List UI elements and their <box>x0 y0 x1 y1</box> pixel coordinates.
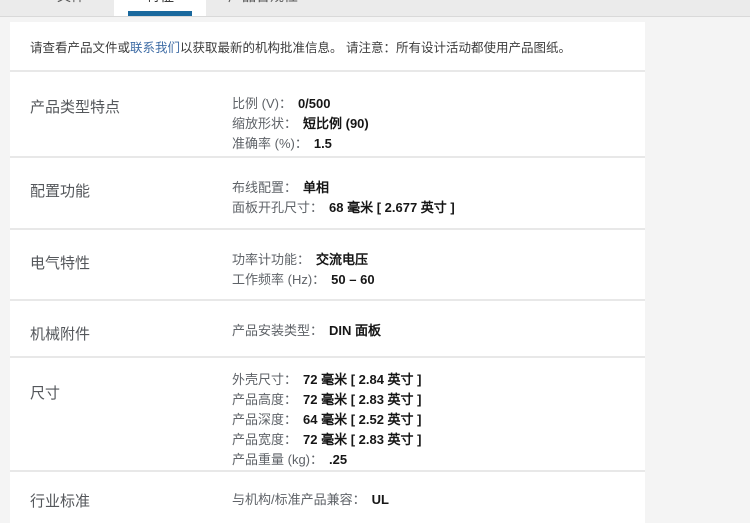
spec-row: 产品高度： 72 毫米 [ 2.83 英寸 ] <box>232 390 645 410</box>
page: 文件 特征 产品合规性 请查看产品文件或联系我们以获取最新的机构批准信息。 请注… <box>0 0 750 523</box>
spec-label: 外壳尺寸： <box>232 372 297 387</box>
section-title: 配置功能 <box>30 178 232 228</box>
spec-row: 功率计功能： 交流电压 <box>232 250 645 270</box>
spec-row: 外壳尺寸： 72 毫米 [ 2.84 英寸 ] <box>232 370 645 390</box>
spec-value: 68 毫米 [ 2.677 英寸 ] <box>329 200 455 215</box>
spec-label: 产品安装类型： <box>232 323 323 338</box>
spec-label: 布线配置： <box>232 180 297 195</box>
section-rows: 与机构/标准产品兼容： UL <box>232 490 645 523</box>
spec-row: 缩放形状： 短比例 (90) <box>232 114 645 134</box>
section-rows: 产品安装类型： DIN 面板 <box>232 321 645 356</box>
spec-label: 产品重量 (kg)： <box>232 452 323 467</box>
spec-value: 72 毫米 [ 2.83 英寸 ] <box>303 392 421 407</box>
spec-row: 产品安装类型： DIN 面板 <box>232 321 645 341</box>
tab-bar: 文件 特征 产品合规性 <box>0 0 750 17</box>
spec-value: UL <box>372 492 389 507</box>
spec-row: 与机构/标准产品兼容： UL <box>232 490 645 510</box>
notice-text-before: 请查看产品文件或 <box>30 41 130 55</box>
spec-label: 功率计功能： <box>232 252 310 267</box>
section-title: 电气特性 <box>30 250 232 299</box>
spec-label: 准确率 (%)： <box>232 136 308 151</box>
spec-value: 短比例 (90) <box>303 116 369 131</box>
spec-label: 产品宽度： <box>232 432 297 447</box>
contact-us-link[interactable]: 联系我们 <box>130 41 180 55</box>
section-rows: 布线配置： 单相 面板开孔尺寸： 68 毫米 [ 2.677 英寸 ] <box>232 178 645 228</box>
spec-row: 面板开孔尺寸： 68 毫米 [ 2.677 英寸 ] <box>232 198 645 218</box>
section-rows: 比例 (V)： 0/500 缩放形状： 短比例 (90) 准确率 (%)： 1.5 <box>232 94 645 156</box>
notice-text-after: 以获取最新的机构批准信息。 请注意：所有设计活动都使用产品图纸。 <box>180 41 571 55</box>
spec-value: 1.5 <box>314 136 332 151</box>
spec-section-industry-standards: 行业标准 与机构/标准产品兼容： UL <box>10 470 645 523</box>
active-tab-underline <box>128 11 192 16</box>
spec-label: 面板开孔尺寸： <box>232 200 323 215</box>
spec-value: 50 – 60 <box>331 272 374 287</box>
section-title: 产品类型特点 <box>30 94 232 156</box>
spec-label: 产品高度： <box>232 392 297 407</box>
spec-label: 与机构/标准产品兼容： <box>232 492 366 507</box>
spec-section-product-type: 产品类型特点 比例 (V)： 0/500 缩放形状： 短比例 (90) 准确率 (%… <box>10 70 645 156</box>
spec-value: 单相 <box>303 180 329 195</box>
spec-value: 72 毫米 [ 2.84 英寸 ] <box>303 372 421 387</box>
spec-label: 比例 (V)： <box>232 96 292 111</box>
section-title: 行业标准 <box>30 490 232 523</box>
notice-bar: 请查看产品文件或联系我们以获取最新的机构批准信息。 请注意：所有设计活动都使用产… <box>10 22 645 70</box>
content-panel: 请查看产品文件或联系我们以获取最新的机构批准信息。 请注意：所有设计活动都使用产… <box>10 22 645 523</box>
spec-section-mechanical: 机械附件 产品安装类型： DIN 面板 <box>10 299 645 356</box>
spec-row: 工作频率 (Hz)： 50 – 60 <box>232 270 645 290</box>
spec-value: 72 毫米 [ 2.83 英寸 ] <box>303 432 421 447</box>
spec-row: 产品重量 (kg)： .25 <box>232 450 645 470</box>
spec-value: 0/500 <box>298 96 331 111</box>
spec-row: 产品宽度： 72 毫米 [ 2.83 英寸 ] <box>232 430 645 450</box>
tab-product-compliance[interactable]: 产品合规性 <box>206 0 320 16</box>
spec-row: 准确率 (%)： 1.5 <box>232 134 645 154</box>
spec-row: 比例 (V)： 0/500 <box>232 94 645 114</box>
tab-files[interactable]: 文件 <box>28 0 114 16</box>
tab-features-label: 特征 <box>146 0 174 6</box>
section-rows: 外壳尺寸： 72 毫米 [ 2.84 英寸 ] 产品高度： 72 毫米 [ 2.83… <box>232 370 645 470</box>
section-title: 机械附件 <box>30 321 232 356</box>
tab-files-label: 文件 <box>57 0 85 6</box>
spec-value: 64 毫米 [ 2.52 英寸 ] <box>303 412 421 427</box>
section-rows: 功率计功能： 交流电压 工作频率 (Hz)： 50 – 60 <box>232 250 645 299</box>
spec-section-configuration: 配置功能 布线配置： 单相 面板开孔尺寸： 68 毫米 [ 2.677 英寸 ] <box>10 156 645 228</box>
tab-features[interactable]: 特征 <box>114 0 206 16</box>
spec-section-dimensions: 尺寸 外壳尺寸： 72 毫米 [ 2.84 英寸 ] 产品高度： 72 毫米 [ 2… <box>10 356 645 470</box>
section-title: 尺寸 <box>30 370 232 470</box>
tab-product-compliance-label: 产品合规性 <box>228 0 298 6</box>
spec-value: .25 <box>329 452 347 467</box>
spec-value: DIN 面板 <box>329 323 381 338</box>
spec-label: 产品深度： <box>232 412 297 427</box>
spec-section-electrical: 电气特性 功率计功能： 交流电压 工作频率 (Hz)： 50 – 60 <box>10 228 645 299</box>
spec-row: 产品深度： 64 毫米 [ 2.52 英寸 ] <box>232 410 645 430</box>
spec-label: 缩放形状： <box>232 116 297 131</box>
spec-row: 布线配置： 单相 <box>232 178 645 198</box>
tab-bar-spacer <box>0 0 28 16</box>
spec-label: 工作频率 (Hz)： <box>232 272 325 287</box>
spec-value: 交流电压 <box>316 252 368 267</box>
